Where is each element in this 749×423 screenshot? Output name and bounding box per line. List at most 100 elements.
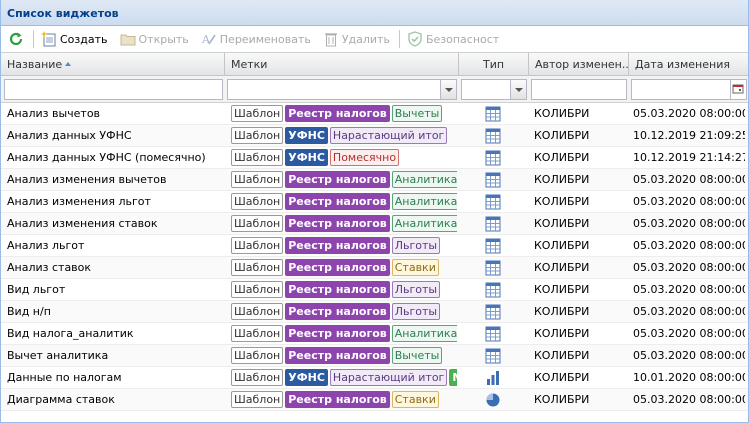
widget-list-panel: Список виджетов Создать Открыть A Переим… — [0, 0, 749, 423]
table-row[interactable]: Диаграмма ставок Шаблон Реестр налогов Став… — [1, 389, 748, 411]
table-row[interactable]: Анализ изменения льгот Шаблон Реестр налог… — [1, 191, 748, 213]
table-row[interactable]: Вид льгот Шаблон Реестр налогов Льготы КОЛИБ… — [1, 279, 748, 301]
security-button[interactable]: Безопасност — [404, 28, 502, 50]
column-header-date[interactable]: Дата изменения — [629, 53, 748, 75]
widget-name-cell: Вычет аналитика — [7, 349, 109, 362]
tag-badge: Помесячно — [329, 149, 400, 166]
tag-badge: Реестр налогов — [285, 391, 390, 408]
tag-badge: МО — [449, 369, 457, 386]
table-icon — [485, 260, 501, 275]
table-row[interactable]: Анализ данных УФНС (помесячно) Шаблон УФНС… — [1, 147, 748, 169]
table-icon — [485, 172, 501, 187]
table-row[interactable]: Анализ изменения вычетов Шаблон Реестр нал… — [1, 169, 748, 191]
widget-tags-cell: ШаблонУФНСНарастающий итогМО — [231, 367, 457, 388]
widget-type-cell — [459, 345, 527, 366]
table-row[interactable]: Вид н/п Шаблон Реестр налогов Льготы КОЛИБРИ… — [1, 301, 748, 323]
tags-filter-combo[interactable] — [227, 79, 457, 100]
author-filter-input[interactable] — [531, 79, 627, 100]
widget-type-cell — [459, 169, 527, 190]
widget-name-cell: Вид н/п — [7, 305, 51, 318]
tag-badge: Реестр налогов — [285, 237, 390, 254]
widget-name-cell: Данные по налогам — [7, 371, 122, 384]
column-header-tags[interactable]: Метки — [225, 53, 459, 75]
filter-row — [1, 76, 748, 103]
widget-author-cell: КОЛИБРИ — [534, 393, 590, 406]
widget-name-cell: Вид налога_аналитик — [7, 327, 134, 340]
type-filter-dropdown-icon[interactable] — [510, 80, 526, 99]
widget-name-cell: Анализ изменения ставок — [7, 217, 158, 230]
tag-badge: Нарастающий итог — [329, 369, 448, 386]
widget-date-cell: 05.03.2020 08:00:00 — [633, 349, 745, 362]
date-filter-input[interactable] — [631, 79, 747, 100]
widget-author-cell: КОЛИБРИ — [534, 327, 590, 340]
table-row[interactable]: Анализ льгот Шаблон Реестр налогов Льготы КО… — [1, 235, 748, 257]
widget-type-cell — [459, 147, 527, 168]
create-button[interactable]: Создать — [38, 28, 111, 50]
table-row[interactable]: Вид налога_аналитик Шаблон Реестр налогов А… — [1, 323, 748, 345]
widget-type-cell — [459, 213, 527, 234]
widget-tags-cell: Шаблон Реестр налогов Вычеты — [231, 103, 457, 124]
open-button[interactable]: Открыть — [117, 28, 192, 50]
column-tags-label: Метки — [231, 58, 268, 71]
column-header-type[interactable]: Тип — [459, 53, 529, 75]
rename-icon: A — [201, 33, 216, 46]
tag-badge: Ставки — [391, 259, 439, 276]
rename-button[interactable]: A Переименовать — [198, 28, 314, 50]
column-type-label: Тип — [482, 58, 505, 71]
widget-type-cell — [459, 323, 527, 344]
widget-name-cell: Анализ изменения вычетов — [7, 173, 167, 186]
table-row[interactable]: Анализ изменения ставок Шаблон Реестр нало… — [1, 213, 748, 235]
tag-badge: Аналитика — [391, 193, 457, 210]
widget-name-cell: Вид льгот — [7, 283, 66, 296]
widget-date-cell: 05.03.2020 08:00:00 — [633, 107, 745, 120]
refresh-button[interactable] — [5, 28, 27, 50]
tag-badge: Вычеты — [391, 105, 443, 122]
name-filter-input[interactable] — [4, 79, 223, 100]
column-name-label: Название — [7, 58, 63, 71]
table-row[interactable]: Вычет аналитика Шаблон Реестр налогов Вычет… — [1, 345, 748, 367]
column-header-author[interactable]: Автор изменен... — [529, 53, 629, 75]
column-date-label: Дата изменения — [635, 58, 730, 71]
folder-icon — [120, 34, 135, 46]
tags-filter-dropdown-icon[interactable] — [440, 80, 456, 99]
table-row[interactable]: Данные по налогам Шаблон УФНС Нарастающий и… — [1, 367, 748, 389]
table-icon — [485, 348, 501, 363]
widget-author-cell: КОЛИБРИ — [534, 261, 590, 274]
type-filter-combo[interactable] — [461, 79, 527, 100]
widget-date-cell: 05.03.2020 08:00:00 — [633, 305, 745, 318]
calendar-icon[interactable] — [730, 80, 746, 99]
panel-title: Список виджетов — [7, 7, 119, 20]
widget-type-cell — [459, 235, 527, 256]
toolbar-separator — [33, 30, 34, 48]
widget-date-cell: 05.03.2020 08:00:00 — [633, 239, 745, 252]
tag-badge: Реестр налогов — [285, 193, 390, 210]
tag-badge: Шаблон — [231, 259, 284, 276]
tag-badge: Ставки — [391, 391, 439, 408]
widget-author-cell: КОЛИБРИ — [534, 107, 590, 120]
tag-badge: Шаблон — [231, 215, 284, 232]
tag-badge: Шаблон — [231, 193, 284, 210]
tag-badge: Аналитика — [391, 171, 457, 188]
widget-type-cell — [459, 367, 527, 388]
widget-date-cell: 05.03.2020 08:00:00 — [633, 393, 745, 406]
table-icon — [485, 304, 501, 319]
panel-header: Список виджетов — [1, 0, 748, 26]
table-row[interactable]: Анализ вычетов Шаблон Реестр налогов Вычеты… — [1, 103, 748, 125]
table-icon — [485, 216, 501, 231]
table-row[interactable]: Анализ данных УФНС Шаблон УФНС Нарастающий … — [1, 125, 748, 147]
column-header-name[interactable]: Название — [1, 53, 225, 75]
widget-author-cell: КОЛИБРИ — [534, 371, 590, 384]
widget-date-cell: 10.01.2020 08:00:00 — [633, 371, 745, 384]
delete-button[interactable]: Удалить — [320, 28, 393, 50]
tag-badge: Шаблон — [231, 149, 284, 166]
widget-tags-cell: Шаблон Реестр налогов Льготы — [231, 279, 457, 300]
widget-name-cell: Диаграмма ставок — [7, 393, 115, 406]
table-row[interactable]: Анализ ставок Шаблон Реестр налогов Ставки К… — [1, 257, 748, 279]
widget-type-cell — [459, 389, 527, 410]
tag-badge: Шаблон — [231, 369, 284, 386]
toolbar: Создать Открыть A Переименовать Удалить — [1, 26, 748, 53]
tag-badge: Реестр налогов — [285, 347, 390, 364]
tag-badge: Нарастающий итог — [329, 127, 448, 144]
widget-date-cell: 05.03.2020 08:00:00 — [633, 327, 745, 340]
widget-tags-cell: Шаблон Реестр налогов Вычеты — [231, 345, 457, 366]
